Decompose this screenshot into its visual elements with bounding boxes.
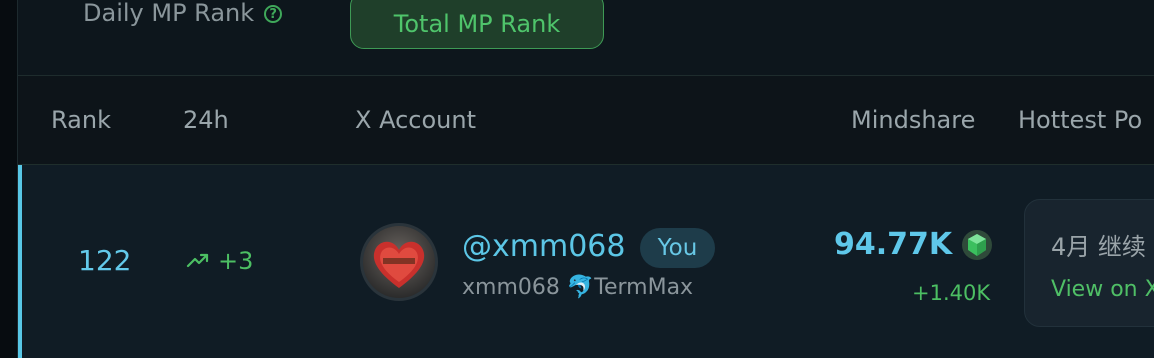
tab-total-label: Total MP Rank bbox=[393, 9, 561, 38]
mindshare-value: 94.77K bbox=[834, 227, 953, 262]
heart-avatar-image bbox=[363, 226, 435, 298]
you-badge: You bbox=[640, 228, 715, 268]
question-circle-icon[interactable]: ? bbox=[264, 5, 283, 23]
header-x-account: X Account bbox=[355, 106, 476, 134]
header-24h[interactable]: 24h bbox=[183, 76, 229, 164]
view-on-x-link[interactable]: View on X bbox=[1051, 277, 1154, 302]
table-header: Rank 24h X Account Mindshare Hottest Po bbox=[18, 76, 1154, 165]
rank-value: 122 bbox=[78, 244, 132, 277]
avatar[interactable] bbox=[360, 223, 438, 301]
left-frame bbox=[0, 0, 18, 358]
header-hottest-post: Hottest Po bbox=[1018, 106, 1143, 134]
account-display-name: xmm068 🐬TermMax bbox=[462, 275, 694, 300]
rank-tabs: Daily MP Rank ? Total MP Rank bbox=[18, 0, 1154, 76]
tab-daily-mp-rank[interactable]: Daily MP Rank ? bbox=[83, 0, 283, 30]
tab-daily-label: Daily MP Rank bbox=[83, 0, 255, 27]
account-handle-link[interactable]: @xmm068 bbox=[462, 229, 625, 264]
hottest-post-title: 4月 继续 bbox=[1051, 233, 1146, 261]
table-row[interactable]: 122 +3 @xmm068 You xmm068 🐬TermMax 94.77… bbox=[18, 165, 1154, 358]
hottest-post-card[interactable]: 4月 继续 View on X bbox=[1024, 199, 1154, 327]
trending-up-icon bbox=[186, 253, 209, 268]
header-rank[interactable]: Rank bbox=[51, 76, 111, 164]
tab-total-mp-rank[interactable]: Total MP Rank bbox=[350, 0, 604, 49]
change-24h-value: +3 bbox=[218, 247, 254, 275]
change-24h: +3 bbox=[186, 247, 253, 275]
header-mindshare[interactable]: Mindshare bbox=[851, 76, 975, 164]
mindshare-change: +1.40K bbox=[912, 281, 991, 305]
leaderboard-page: Daily MP Rank ? Total MP Rank Rank 24h X… bbox=[0, 0, 1154, 358]
green-gem-icon bbox=[962, 230, 992, 260]
